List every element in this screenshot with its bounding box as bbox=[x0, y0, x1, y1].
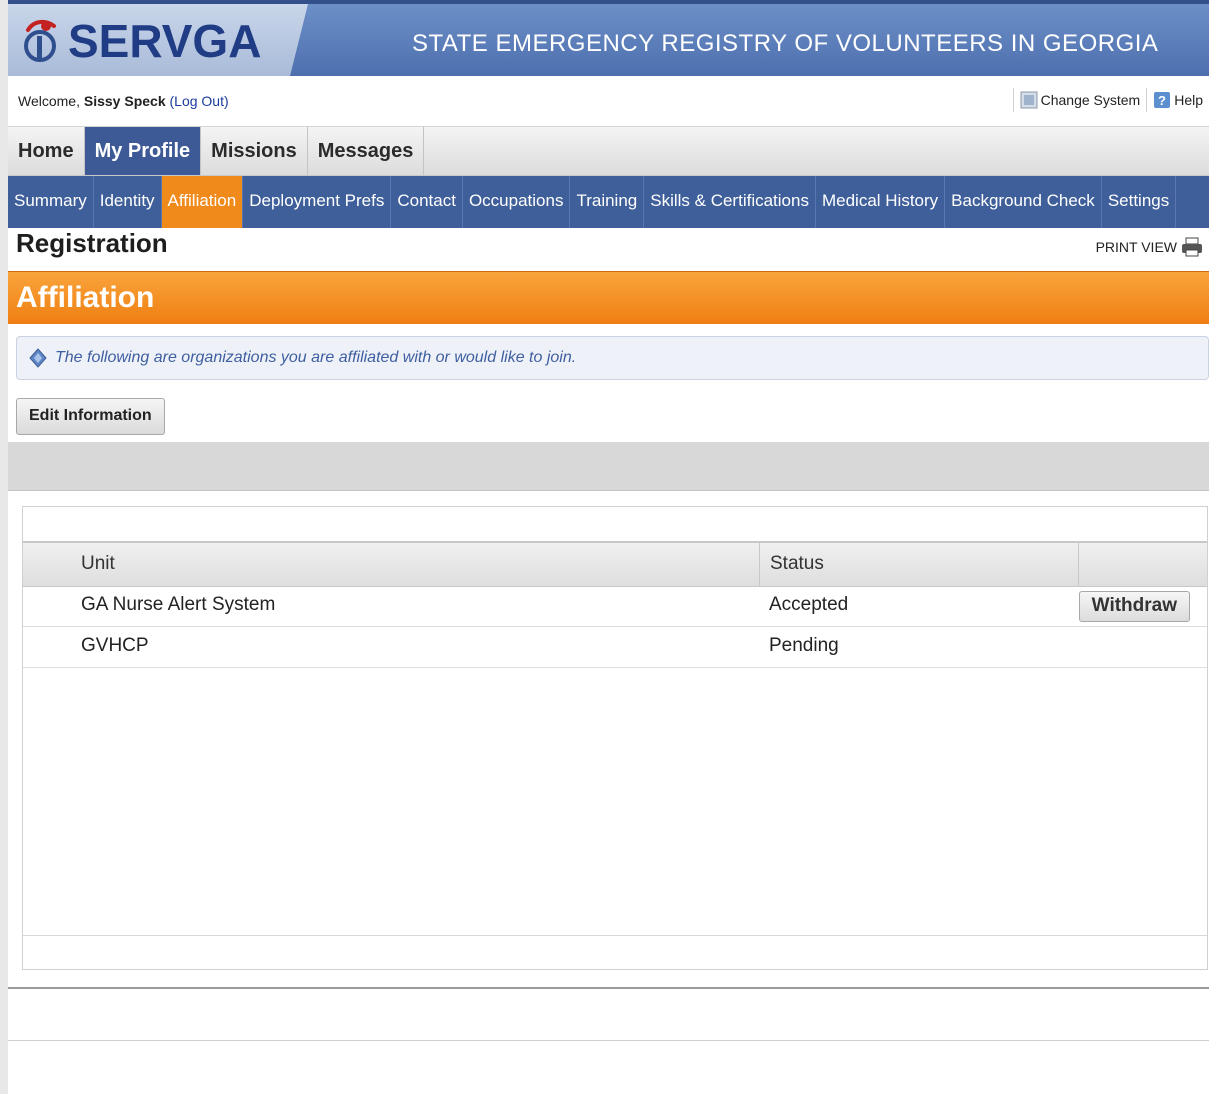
table-footer-divider bbox=[23, 935, 1207, 936]
logout-link[interactable]: (Log Out) bbox=[170, 93, 229, 109]
window-left-edge bbox=[0, 0, 8, 1094]
sub-tab-skills-certifications[interactable]: Skills & Certifications bbox=[644, 176, 816, 228]
main-tab-my-profile[interactable]: My Profile bbox=[84, 127, 202, 175]
section-header: Affiliation bbox=[8, 271, 1209, 324]
main-tab-missions[interactable]: Missions bbox=[201, 127, 308, 175]
table-header: Unit Status bbox=[23, 541, 1207, 587]
user-name: Sissy Speck bbox=[83, 93, 166, 109]
column-header-unit[interactable]: Unit bbox=[81, 553, 115, 575]
affiliation-table-panel: Unit Status GA Nurse Alert System Accept… bbox=[22, 506, 1208, 970]
status-cell: Accepted bbox=[769, 594, 849, 615]
main-tab-home[interactable]: Home bbox=[8, 127, 85, 175]
info-text: The following are organizations you are … bbox=[55, 349, 577, 366]
main-tab-messages[interactable]: Messages bbox=[308, 127, 425, 175]
footer-divider bbox=[8, 987, 1209, 989]
main-nav: Home My Profile Missions Messages bbox=[8, 127, 1209, 176]
help-icon: ? bbox=[1154, 92, 1171, 108]
sub-tab-occupations[interactable]: Occupations bbox=[463, 176, 571, 228]
footer-divider-light bbox=[8, 1040, 1209, 1041]
edit-information-button[interactable]: Edit Information bbox=[16, 398, 165, 435]
logo-text: SERVGA bbox=[68, 15, 262, 67]
page-title: Registration bbox=[16, 228, 168, 258]
table-row: GA Nurse Alert System Accepted Withdraw bbox=[23, 585, 1207, 627]
profile-sub-nav: Summary Identity Affiliation Deployment … bbox=[8, 176, 1209, 228]
utility-links: Change System ? Help bbox=[1012, 88, 1209, 112]
column-divider bbox=[1078, 543, 1079, 586]
sub-tab-affiliation[interactable]: Affiliation bbox=[161, 176, 244, 228]
sub-tab-training[interactable]: Training bbox=[570, 176, 645, 228]
site-tagline: STATE EMERGENCY REGISTRY OF VOLUNTEERS I… bbox=[412, 30, 1159, 57]
table-row: GVHCP Pending bbox=[23, 626, 1207, 668]
print-view-label: PRINT VIEW bbox=[1095, 239, 1177, 255]
change-system-label: Change System bbox=[1040, 92, 1141, 108]
withdraw-button[interactable]: Withdraw bbox=[1078, 591, 1190, 622]
status-cell: Pending bbox=[769, 635, 839, 656]
servga-logo-icon bbox=[24, 19, 56, 62]
sub-tab-background-check[interactable]: Background Check bbox=[945, 176, 1102, 228]
help-label: Help bbox=[1174, 92, 1203, 108]
column-header-status[interactable]: Status bbox=[770, 553, 824, 575]
unit-cell: GA Nurse Alert System bbox=[81, 594, 276, 615]
header-banner: SERVGA STATE EMERGENCY REGISTRY OF VOLUN… bbox=[8, 0, 1209, 76]
info-message-box: The following are organizations you are … bbox=[16, 336, 1209, 380]
print-view-button[interactable]: PRINT VIEW bbox=[1096, 236, 1203, 258]
svg-text:?: ? bbox=[1158, 93, 1166, 108]
change-system-button[interactable]: Change System bbox=[1012, 88, 1147, 112]
help-button[interactable]: ? Help bbox=[1146, 88, 1209, 112]
sub-tab-identity[interactable]: Identity bbox=[94, 176, 162, 228]
change-system-icon bbox=[1020, 91, 1038, 109]
sub-tab-contact[interactable]: Contact bbox=[391, 176, 463, 228]
toolbar-strip bbox=[8, 442, 1209, 491]
page: SERVGA STATE EMERGENCY REGISTRY OF VOLUN… bbox=[8, 0, 1209, 1094]
logo-area[interactable]: SERVGA bbox=[8, 4, 308, 76]
welcome-bar: Welcome, Sissy Speck (Log Out) Change Sy… bbox=[8, 76, 1209, 127]
info-diamond-icon bbox=[29, 348, 47, 368]
unit-cell: GVHCP bbox=[81, 635, 149, 656]
section-title: Affiliation bbox=[16, 281, 155, 314]
printer-icon bbox=[1182, 237, 1202, 257]
sub-tab-summary[interactable]: Summary bbox=[8, 176, 94, 228]
welcome-prefix: Welcome, bbox=[18, 93, 80, 109]
sub-tab-medical-history[interactable]: Medical History bbox=[816, 176, 946, 228]
sub-tab-deployment-prefs[interactable]: Deployment Prefs bbox=[243, 176, 392, 228]
sub-tab-settings[interactable]: Settings bbox=[1102, 176, 1177, 228]
welcome-message: Welcome, Sissy Speck (Log Out) bbox=[18, 93, 229, 109]
column-divider bbox=[759, 543, 760, 586]
